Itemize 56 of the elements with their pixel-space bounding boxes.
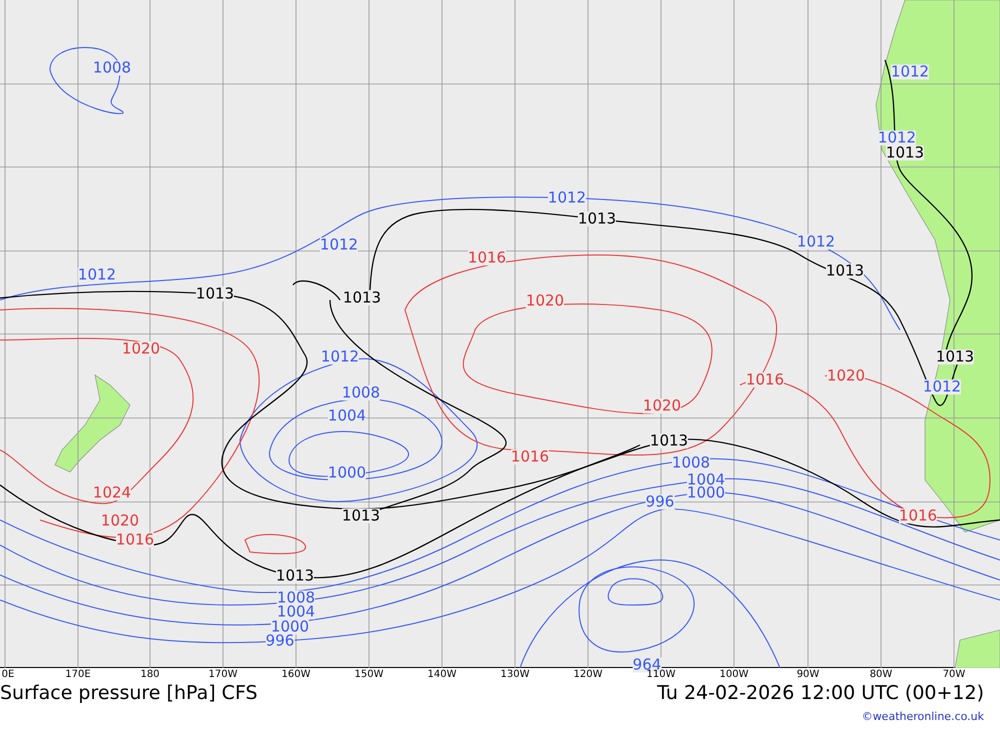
isobar-label: 1012 [320, 238, 358, 252]
isobar-label: 1020 [100, 514, 140, 528]
isobar-label: 1016 [898, 508, 938, 524]
longitude-label: 170E [65, 668, 91, 681]
isobar-label: 1013 [826, 264, 864, 278]
longitude-label: 100W [720, 668, 748, 681]
isobar-label: 1012 [890, 64, 930, 80]
longitude-label: 80W [870, 668, 892, 681]
longitude-label: 0E [2, 668, 14, 681]
longitude-label: 150W [354, 668, 384, 681]
isobar-label: 1013 [342, 508, 380, 524]
credit-text: ©weatheronline.co.uk [862, 708, 984, 724]
isobar-label: 1013 [196, 286, 234, 302]
isobar-label: 1020 [826, 368, 866, 384]
isobar-label: 1020 [122, 342, 160, 356]
isobar-label: 1004 [328, 408, 366, 424]
map-title: Surface pressure [hPa] CFS [0, 684, 258, 702]
isobar-label: 996 [646, 494, 674, 510]
longitude-label: 140W [428, 668, 456, 681]
isobar-label: 1008 [92, 60, 132, 76]
isobar-label: 1012 [548, 190, 586, 206]
isobar-label: 1024 [92, 486, 132, 500]
isobar-label: 1020 [642, 398, 682, 414]
isobar-label: 1008 [672, 456, 710, 470]
longitude-label: 180 [140, 668, 160, 681]
isobar-label: 1004 [686, 472, 726, 488]
isobar-label: 1016 [746, 372, 784, 388]
isobar-label: 1004 [276, 604, 316, 620]
longitude-label: 130W [500, 668, 530, 681]
isobar-label: 1016 [116, 532, 154, 548]
isobar-label: 1008 [276, 590, 316, 606]
isobar-label: 1000 [270, 620, 310, 634]
valid-time: Tu 24-02-2026 12:00 UTC (00+12) [657, 684, 985, 702]
isobar-label: 1016 [510, 450, 550, 464]
isobar-label: 1012 [78, 268, 116, 282]
isobar-label: 1000 [328, 466, 366, 480]
isobar-label: 1000 [686, 486, 726, 500]
longitude-label: 160W [282, 668, 310, 681]
longitude-label: 90W [796, 668, 820, 681]
isobar-label: 1013 [886, 146, 924, 160]
isobar-label: 1020 [526, 294, 564, 308]
isobar-label: 1012 [922, 380, 962, 394]
longitude-label: 170W [208, 668, 238, 681]
isobar-label: 996 [266, 634, 294, 648]
isobar-label: 1012 [796, 234, 836, 250]
longitude-label: 120W [574, 668, 602, 681]
isobar-label: 1013 [936, 350, 974, 364]
isobar-label: 1012 [320, 350, 360, 364]
isobar-label: 1008 [342, 386, 380, 400]
longitude-label: 70W [942, 668, 966, 681]
isobar-label: 1012 [878, 130, 916, 146]
isobar-label: 1013 [342, 290, 382, 306]
isobar-label: 1016 [468, 250, 506, 266]
isobar-label: 1013 [650, 434, 688, 448]
isobar-label: 1013 [276, 568, 314, 584]
isobar-label: 1013 [578, 212, 616, 226]
